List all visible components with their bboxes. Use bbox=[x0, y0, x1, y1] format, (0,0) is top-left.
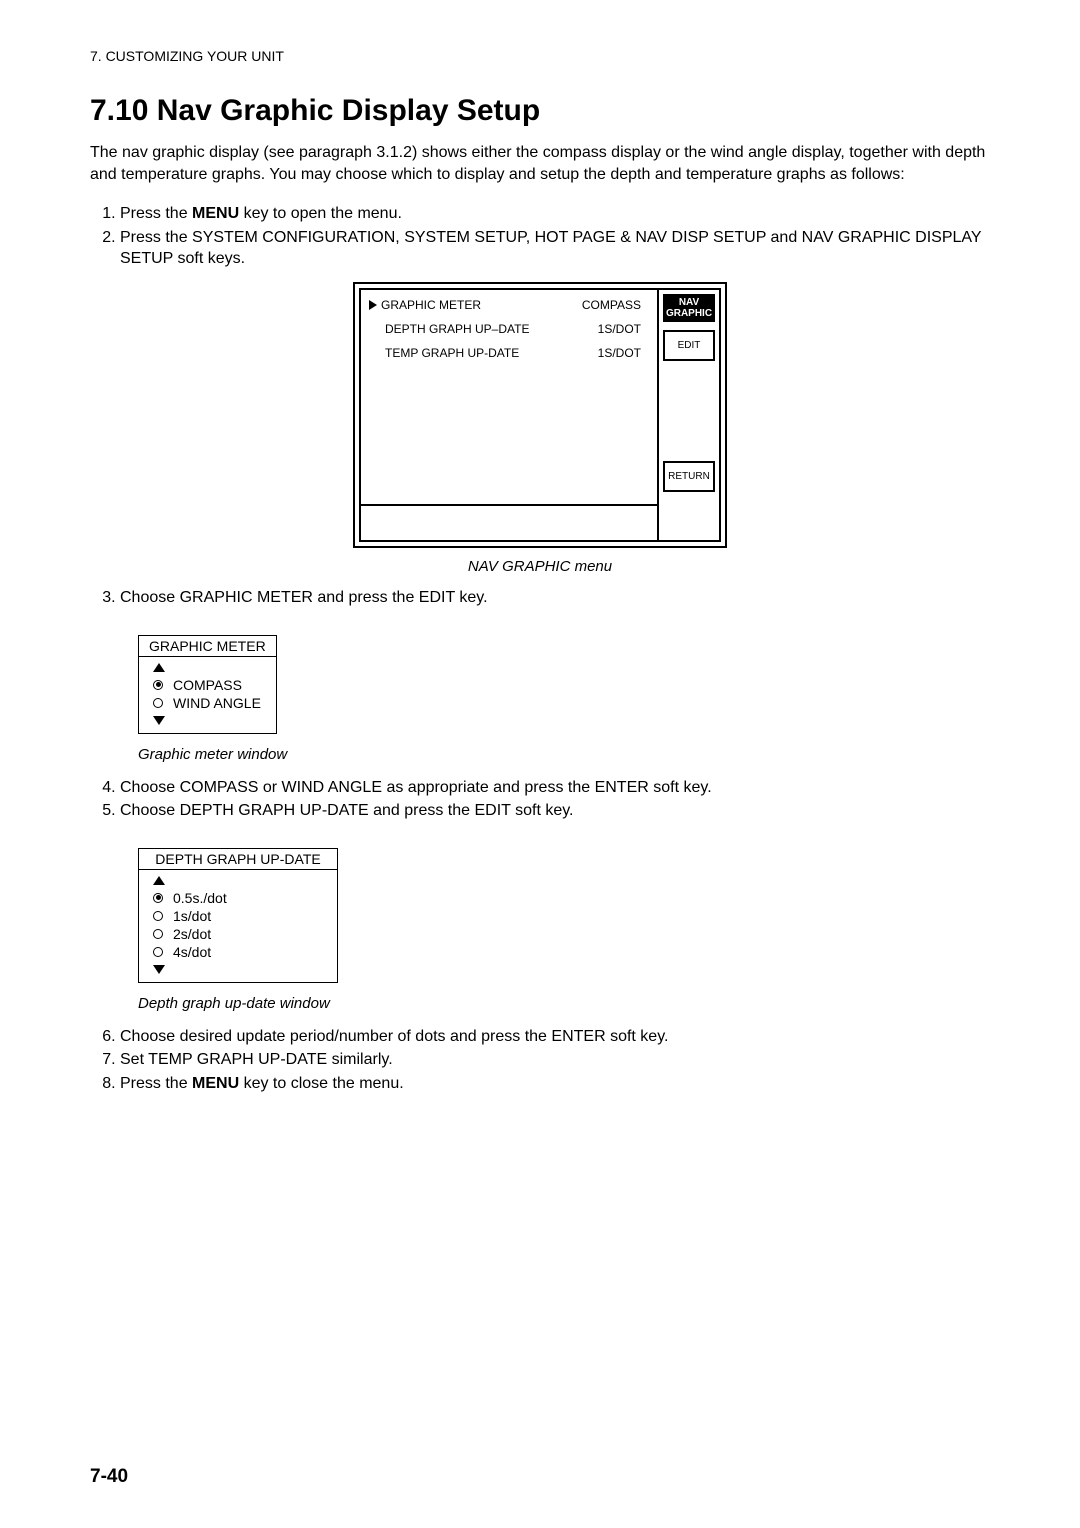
nav-bottom-strip bbox=[359, 506, 659, 542]
page-number: 7-40 bbox=[90, 1466, 128, 1488]
depth-window: DEPTH GRAPH UP-DATE 0.5s./dot 1s/dot 2s/… bbox=[138, 848, 338, 983]
cursor-icon bbox=[369, 300, 377, 310]
step-7: Set TEMP GRAPH UP-DATE similarly. bbox=[120, 1049, 990, 1071]
graphic-meter-window: GRAPHIC METER COMPASS WIND ANGLE bbox=[138, 635, 277, 734]
graphic-meter-caption: Graphic meter window bbox=[138, 746, 990, 763]
steps-list-a: Press the MENU key to open the menu. Pre… bbox=[90, 203, 990, 270]
softkey-title: NAV GRAPHIC bbox=[663, 294, 715, 322]
steps-list-b: Choose GRAPHIC METER and press the EDIT … bbox=[90, 587, 990, 609]
radio-selected-icon bbox=[153, 680, 163, 690]
arrow-up-icon bbox=[153, 663, 165, 672]
step-5: Choose DEPTH GRAPH UP-DATE and press the… bbox=[120, 800, 990, 822]
step-6: Choose desired update period/number of d… bbox=[120, 1026, 990, 1048]
step-8: Press the MENU key to close the menu. bbox=[120, 1073, 990, 1095]
return-softkey[interactable]: RETURN bbox=[663, 461, 715, 492]
steps-list-c: Choose COMPASS or WIND ANGLE as appropri… bbox=[90, 777, 990, 822]
option-1s[interactable]: 1s/dot bbox=[153, 908, 327, 924]
nav-list-box: GRAPHIC METER COMPASS DEPTH GRAPH UP–DAT… bbox=[359, 288, 659, 506]
softkey-column: NAV GRAPHIC EDIT RETURN bbox=[659, 288, 721, 542]
steps-list-d: Choose desired update period/number of d… bbox=[90, 1026, 990, 1095]
radio-icon bbox=[153, 929, 163, 939]
depth-window-caption: Depth graph up-date window bbox=[138, 995, 990, 1012]
option-4s[interactable]: 4s/dot bbox=[153, 944, 327, 960]
arrow-down-icon bbox=[153, 965, 165, 974]
option-05s[interactable]: 0.5s./dot bbox=[153, 890, 327, 906]
nav-graphic-figure: GRAPHIC METER COMPASS DEPTH GRAPH UP–DAT… bbox=[90, 282, 990, 575]
option-wind-angle[interactable]: WIND ANGLE bbox=[153, 695, 266, 711]
radio-icon bbox=[153, 911, 163, 921]
nav-figure-caption: NAV GRAPHIC menu bbox=[468, 558, 612, 575]
radio-icon bbox=[153, 698, 163, 708]
radio-icon bbox=[153, 947, 163, 957]
intro-text: The nav graphic display (see paragraph 3… bbox=[90, 142, 990, 185]
page-heading: 7.10 Nav Graphic Display Setup bbox=[90, 94, 990, 128]
running-head: 7. CUSTOMIZING YOUR UNIT bbox=[90, 48, 990, 64]
arrow-down-icon bbox=[153, 716, 165, 725]
arrow-up-icon bbox=[153, 876, 165, 885]
step-4: Choose COMPASS or WIND ANGLE as appropri… bbox=[120, 777, 990, 799]
step-2: Press the SYSTEM CONFIGURATION, SYSTEM S… bbox=[120, 227, 990, 270]
step-1: Press the MENU key to open the menu. bbox=[120, 203, 990, 225]
option-2s[interactable]: 2s/dot bbox=[153, 926, 327, 942]
radio-selected-icon bbox=[153, 893, 163, 903]
edit-softkey[interactable]: EDIT bbox=[663, 330, 715, 361]
option-compass[interactable]: COMPASS bbox=[153, 677, 266, 693]
step-3: Choose GRAPHIC METER and press the EDIT … bbox=[120, 587, 990, 609]
